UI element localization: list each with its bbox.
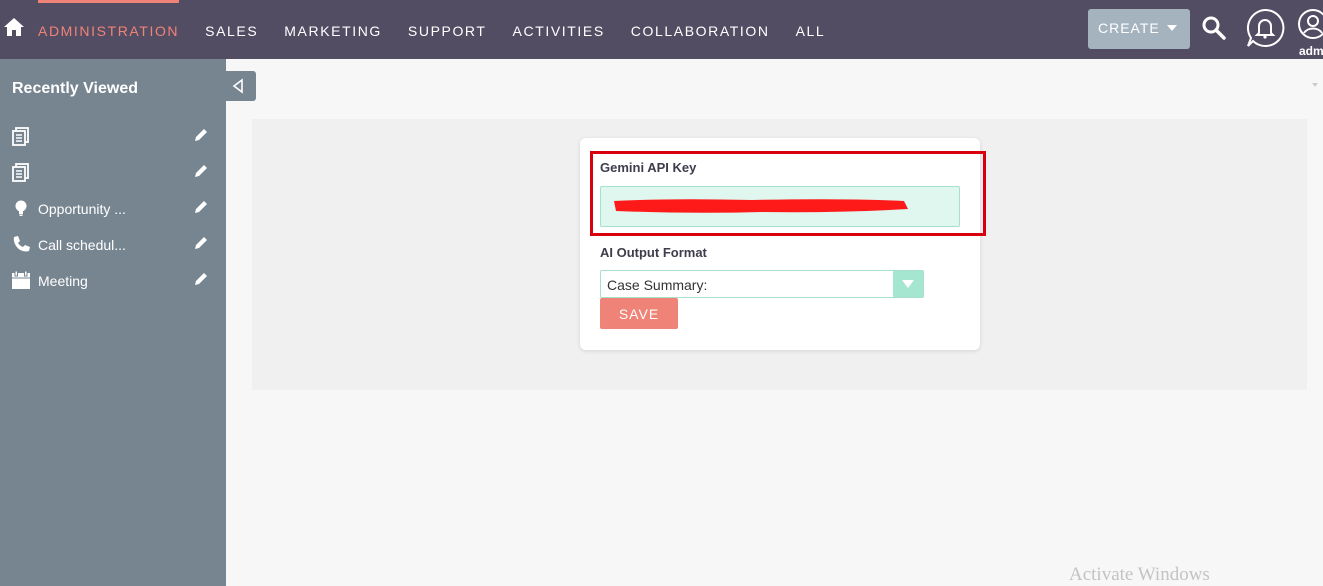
output-format-label: AI Output Format [600,245,707,260]
recently-viewed-item[interactable] [0,118,226,154]
pencil-icon[interactable] [193,199,209,215]
document-icon [11,162,31,182]
document-icon [11,126,31,146]
nav-collaboration[interactable]: COLLABORATION [631,0,770,59]
activate-windows-watermark: Activate Windows [1069,564,1210,585]
nav-sales[interactable]: SALES [205,0,258,59]
create-button[interactable]: CREATE [1088,9,1190,49]
recently-viewed-item[interactable] [0,154,226,190]
pencil-icon[interactable] [193,163,209,179]
bell-icon[interactable] [1245,8,1285,48]
collapse-left-icon[interactable] [226,71,256,101]
save-button[interactable]: SAVE [600,298,678,329]
recently-viewed-item-opportunity[interactable]: Opportunity ... [0,190,226,226]
chevron-down-icon[interactable] [893,271,923,297]
profile-menu[interactable]: adm [1297,8,1323,59]
top-navigation-bar: ADMINISTRATION SALES MARKETING SUPPORT A… [0,0,1323,59]
profile-username: adm [1299,44,1323,58]
lightbulb-icon [11,198,31,218]
pencil-icon[interactable] [193,127,209,143]
nav-support[interactable]: SUPPORT [408,0,487,59]
search-icon[interactable] [1201,15,1227,41]
recently-viewed-item-call[interactable]: Call schedul... [0,226,226,262]
chevron-down-icon [1167,25,1177,31]
output-format-value: Case Summary: [607,277,708,293]
pencil-icon[interactable] [193,271,209,287]
api-key-highlight-box [590,151,986,236]
sidebar: Recently Viewed Opportunity ... Call sch… [0,59,226,586]
nav-activities[interactable]: ACTIVITIES [513,0,605,59]
chevron-down-icon [1312,83,1318,87]
phone-icon [11,234,31,254]
pencil-icon[interactable] [193,235,209,251]
main-menu: ADMINISTRATION SALES MARKETING SUPPORT A… [38,0,851,59]
recently-viewed-label: Opportunity ... [38,201,126,217]
recently-viewed-title: Recently Viewed [12,80,138,97]
output-format-select[interactable]: Case Summary: [600,270,924,298]
home-icon[interactable] [3,16,25,38]
create-button-label: CREATE [1098,20,1160,36]
nav-administration[interactable]: ADMINISTRATION [38,0,180,59]
recently-viewed-label: Meeting [38,273,88,289]
nav-all[interactable]: ALL [796,0,826,59]
recently-viewed-item-meeting[interactable]: Meeting [0,262,226,298]
recently-viewed-label: Call schedul... [38,237,126,253]
nav-marketing[interactable]: MARKETING [284,0,382,59]
calendar-icon [11,270,31,290]
